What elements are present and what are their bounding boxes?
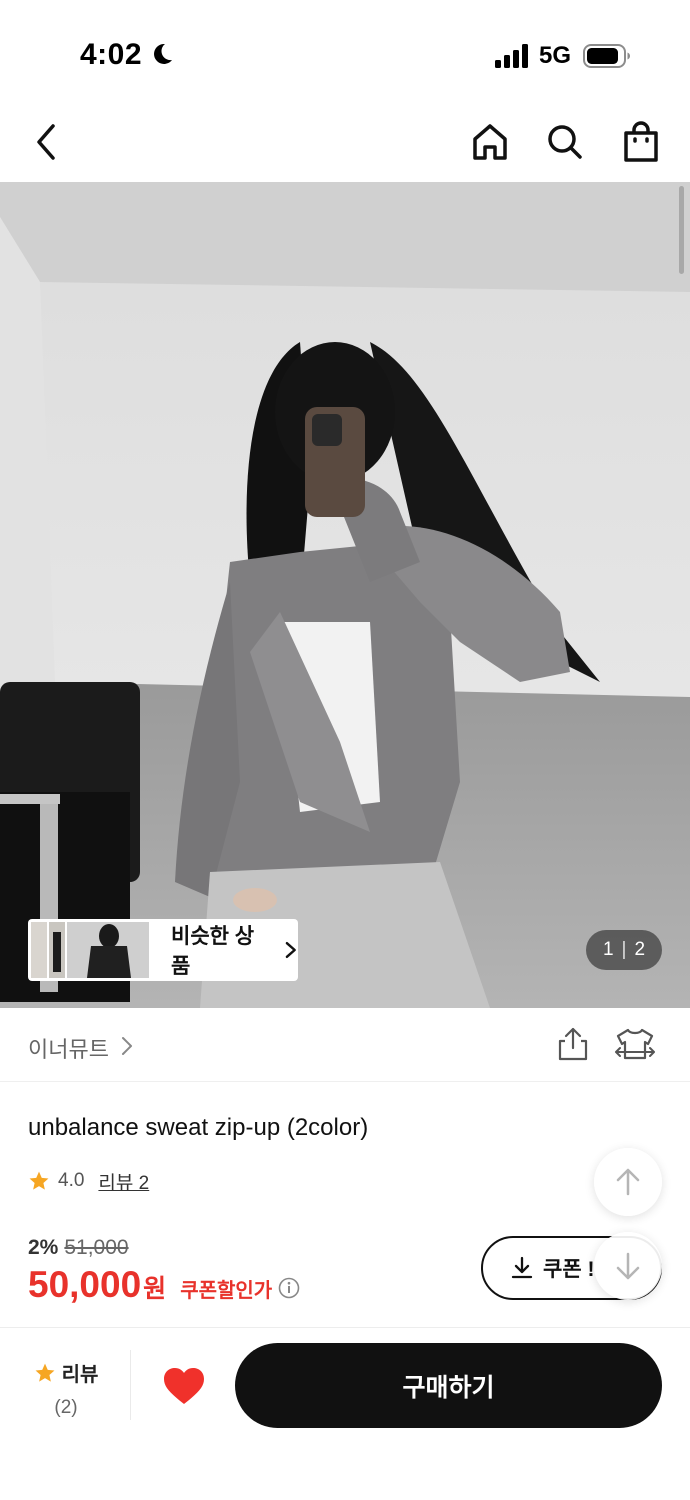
brand-name-link[interactable]: 이너뮤트 bbox=[28, 1032, 109, 1064]
buy-button[interactable]: 구매하기 bbox=[235, 1343, 662, 1428]
bottom-review-button[interactable]: 리뷰 (2) bbox=[28, 1358, 104, 1418]
rating-row: 4.0 리뷰 2 bbox=[28, 1166, 149, 1196]
pager-total: 2 bbox=[634, 939, 646, 960]
arrow-down-icon bbox=[616, 1252, 640, 1280]
image-pager: 1 | 2 bbox=[586, 930, 662, 970]
download-icon bbox=[511, 1256, 533, 1279]
battery-icon bbox=[583, 44, 630, 68]
status-bar: 4:02 5G bbox=[0, 0, 690, 100]
arrow-up-icon bbox=[616, 1168, 640, 1196]
moon-icon bbox=[154, 43, 172, 64]
product-title: unbalance sweat zip-up (2color) bbox=[28, 1114, 369, 1141]
star-icon bbox=[35, 1363, 55, 1382]
coupon-price-label: 쿠폰할인가 bbox=[180, 1280, 273, 1302]
status-time: 4:02 bbox=[80, 38, 143, 71]
signal-icon bbox=[495, 44, 528, 68]
scroll-down-button[interactable] bbox=[594, 1232, 662, 1300]
network-label: 5G bbox=[539, 42, 572, 69]
brand-row: 이너뮤트 bbox=[0, 1008, 690, 1082]
home-icon[interactable] bbox=[470, 120, 510, 164]
bottom-review-label: 리뷰 bbox=[61, 1364, 99, 1386]
coupon-button-label: 쿠폰 ! bbox=[543, 1258, 595, 1281]
size-fit-icon[interactable] bbox=[614, 1026, 656, 1062]
rating-value: 4.0 bbox=[58, 1170, 85, 1191]
pager-separator: | bbox=[621, 939, 627, 960]
pager-current: 1 bbox=[602, 939, 614, 960]
price-row: 50,000 원 쿠폰할인가 bbox=[28, 1264, 300, 1306]
product-photo bbox=[0, 182, 690, 1008]
similar-products-button[interactable]: 비슷한 상품 bbox=[28, 919, 298, 981]
similar-thumbnails bbox=[31, 922, 149, 978]
back-arrow-icon[interactable] bbox=[26, 120, 66, 164]
scroll-top-button[interactable] bbox=[594, 1148, 662, 1216]
original-price: 51,000 bbox=[64, 1236, 129, 1259]
discount-row: 2% 51,000 bbox=[28, 1236, 129, 1260]
shopping-bag-icon[interactable] bbox=[621, 120, 661, 164]
share-icon[interactable] bbox=[555, 1026, 591, 1062]
divider bbox=[130, 1350, 131, 1420]
bottom-action-bar: 리뷰 (2) 구매하기 bbox=[0, 1327, 690, 1500]
similar-products-label: 비슷한 상품 bbox=[171, 925, 255, 978]
price-unit: 원 bbox=[143, 1275, 167, 1303]
sale-price: 50,000 bbox=[28, 1264, 142, 1305]
image-scrollbar[interactable] bbox=[679, 186, 684, 274]
bottom-review-count: (2) bbox=[54, 1397, 78, 1418]
star-icon bbox=[29, 1171, 49, 1190]
chevron-right-icon bbox=[122, 1037, 132, 1055]
chevron-right-icon bbox=[286, 941, 297, 959]
search-icon[interactable] bbox=[545, 120, 585, 164]
info-icon[interactable] bbox=[278, 1277, 300, 1299]
similar-product-thumbnail bbox=[31, 922, 149, 978]
top-nav bbox=[0, 100, 690, 182]
discount-rate: 2% bbox=[28, 1236, 59, 1259]
review-link[interactable]: 리뷰 2 bbox=[98, 1168, 149, 1195]
heart-icon[interactable] bbox=[162, 1366, 206, 1406]
product-image-gallery[interactable]: 비슷한 상품 1 | 2 bbox=[0, 182, 690, 1008]
